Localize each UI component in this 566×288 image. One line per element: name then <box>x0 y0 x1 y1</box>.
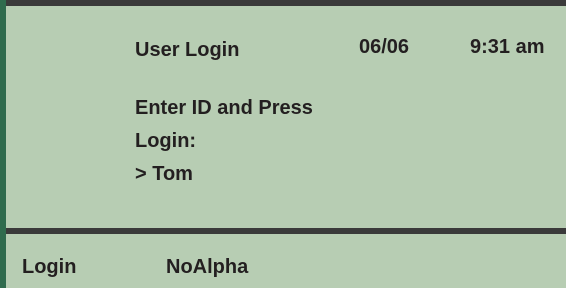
lcd-screen: User Login 06/06 9:31 am Enter ID and Pr… <box>0 0 566 288</box>
login-softkey[interactable]: Login <box>22 255 76 279</box>
screen-title: User Login <box>135 39 240 61</box>
prompt-line-1: Enter ID and Press <box>135 97 313 119</box>
top-border <box>6 0 566 6</box>
noalpha-softkey[interactable]: NoAlpha <box>166 255 248 279</box>
softkey-divider <box>6 228 566 234</box>
screen-bezel-left <box>0 0 6 288</box>
time-display: 9:31 am <box>470 36 545 58</box>
prompt-line-2: Login: <box>135 130 197 152</box>
user-id-entry[interactable]: > Tom <box>135 162 193 186</box>
date-display: 06/06 <box>359 36 410 58</box>
